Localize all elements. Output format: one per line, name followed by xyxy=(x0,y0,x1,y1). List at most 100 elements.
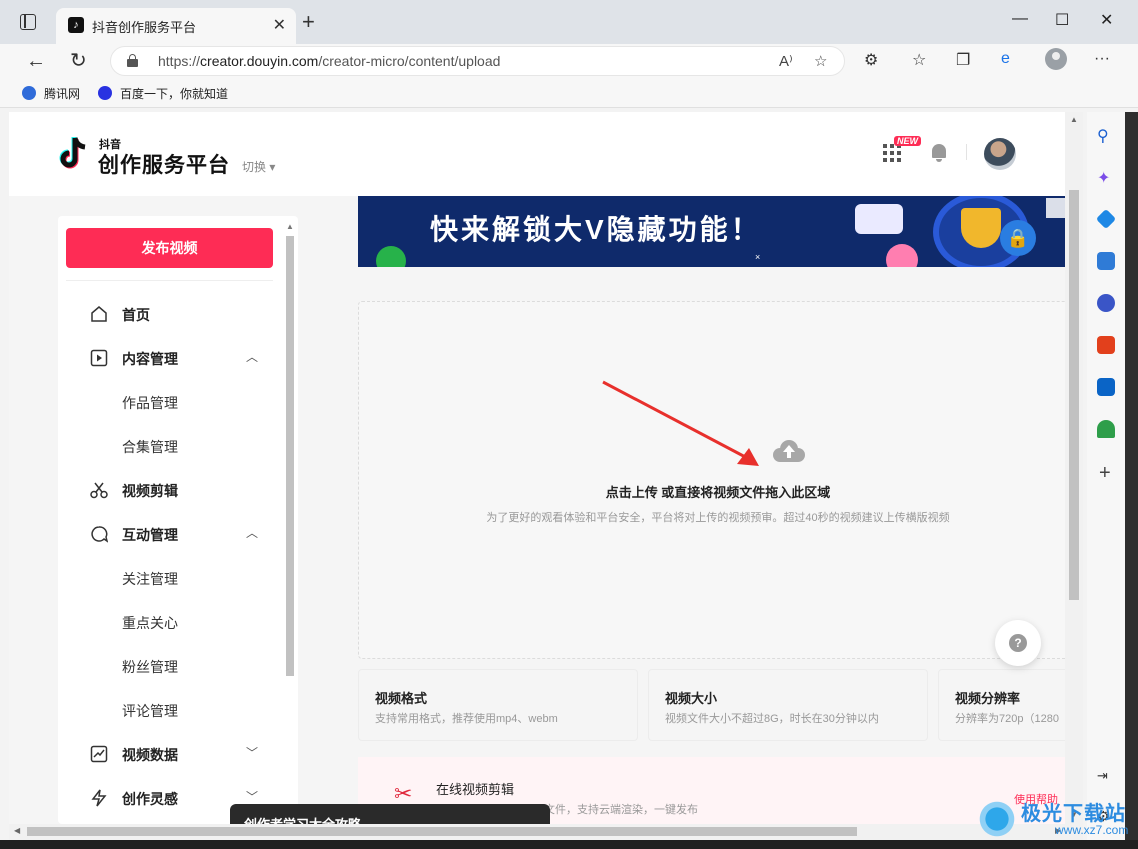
sidebar-item-focus[interactable]: 重点关心 xyxy=(58,600,283,644)
sidebar-item-label: 关注管理 xyxy=(122,571,178,587)
sidebar-item-comments[interactable]: 评论管理 xyxy=(58,688,283,732)
back-icon[interactable]: ← xyxy=(26,49,46,73)
banner-close-icon[interactable]: × xyxy=(755,252,760,262)
sidebar-item-label: 互动管理 xyxy=(122,527,178,543)
avatar[interactable] xyxy=(984,138,1016,170)
add-favorite-icon[interactable]: ☆ xyxy=(814,52,827,70)
watermark-url: www.xz7.com xyxy=(1055,823,1129,837)
lock-icon[interactable] xyxy=(127,54,138,67)
promo-banner[interactable]: 快来解锁大V隐藏功能！ × 🔒 xyxy=(358,196,1066,267)
card-desc: 分辨率为720p（1280 xyxy=(955,713,1059,725)
sidebar-item-label: 作品管理 xyxy=(122,395,178,411)
scroll-left-icon[interactable]: ◀ xyxy=(14,826,20,835)
new-badge: NEW xyxy=(894,136,921,146)
read-aloud-icon[interactable]: A⁾ xyxy=(779,52,793,70)
learning-toast[interactable]: 创作者学习大全攻略 xyxy=(230,804,550,824)
sidebar-item-follow[interactable]: 关注管理 xyxy=(58,556,283,600)
profile-icon[interactable] xyxy=(1045,48,1067,70)
online-edit-desc: 文件，支持云端渲染，一键发布 xyxy=(544,804,698,816)
page-scrollbar[interactable]: ▲ ▼ xyxy=(1065,112,1083,824)
sidebar-item-home[interactable]: 首页 xyxy=(58,292,283,336)
watermark-logo-icon xyxy=(977,799,1017,839)
lock-badge-icon: 🔒 xyxy=(1000,220,1036,256)
sidebar-item-works[interactable]: 作品管理 xyxy=(58,380,283,424)
sidebar-scrollbar[interactable]: ▲ xyxy=(283,222,295,822)
upload-dropzone[interactable]: 点击上传 或直接将视频文件拖入此区域 为了更好的观看体验和平台安全，平台将对上传… xyxy=(358,301,1076,659)
tab-title: 抖音创作服务平台 xyxy=(92,20,197,35)
url-text: https://creator.douyin.com/creator-micro… xyxy=(158,53,501,69)
sidebar-item-label: 评论管理 xyxy=(122,703,178,719)
tools-icon[interactable] xyxy=(1097,252,1115,270)
games-icon[interactable] xyxy=(1097,294,1115,312)
upload-description: 为了更好的观看体验和平台安全，平台将对上传的视频预审。超过40秒的视频建议上传横… xyxy=(486,512,950,524)
outlook-icon[interactable] xyxy=(1097,378,1115,396)
ad-choice-icon[interactable] xyxy=(1046,198,1066,218)
office-icon[interactable] xyxy=(1097,336,1115,354)
apps-grid-icon[interactable] xyxy=(883,144,901,162)
sidebar-divider xyxy=(66,280,273,281)
new-tab-icon[interactable]: + xyxy=(302,10,315,34)
douyin-logo-icon[interactable] xyxy=(59,136,91,172)
card-title: 视频分辨率 xyxy=(955,691,1021,706)
tab-strip: ♪ 抖音创作服务平台 ✕ + — ☐ ✕ xyxy=(0,0,1138,44)
chevron-down-icon[interactable]: ﹀ xyxy=(246,744,258,761)
banner-text: 快来解锁大V隐藏功能！ xyxy=(430,214,762,245)
bookmark-tencent[interactable]: 腾讯网 xyxy=(22,85,80,102)
sidebar-item-label: 视频剪辑 xyxy=(122,483,178,499)
edge-icon[interactable]: e xyxy=(1001,50,1010,68)
chevron-down-icon[interactable]: ﹀ xyxy=(246,788,258,805)
refresh-icon[interactable]: ↻ xyxy=(70,49,87,73)
extensions-icon[interactable]: ⚙ xyxy=(864,50,878,70)
tree-icon[interactable] xyxy=(1097,420,1115,438)
sidebar-item-video-edit[interactable]: 视频剪辑 xyxy=(58,468,283,512)
switch-dropdown[interactable]: 切换 ▾ xyxy=(242,158,275,175)
card-desc: 视频文件大小不超过8G，时长在30分钟以内 xyxy=(665,713,879,725)
sidebar-item-interaction[interactable]: 互动管理 ︿ xyxy=(58,512,283,556)
sidebar-item-collections[interactable]: 合集管理 xyxy=(58,424,283,468)
play-square-icon xyxy=(90,349,108,367)
search-icon[interactable]: ⚲ xyxy=(1097,126,1115,145)
sidebar-collapse-icon[interactable]: ⇥ xyxy=(1097,768,1115,786)
baidu-icon xyxy=(98,86,112,100)
maximize-icon[interactable]: ☐ xyxy=(1055,10,1069,30)
chevron-up-icon[interactable]: ︿ xyxy=(246,524,258,541)
collections-icon[interactable]: ❐ xyxy=(956,50,970,70)
shopping-tag-icon[interactable] xyxy=(1095,208,1117,230)
favorites-icon[interactable]: ☆ xyxy=(912,50,926,70)
site-header: 抖音 创作服务平台 切换 ▾ NEW xyxy=(9,112,1083,196)
sidebar-item-fans[interactable]: 粉丝管理 xyxy=(58,644,283,688)
bookmark-baidu[interactable]: 百度一下，你就知道 xyxy=(98,85,228,102)
cloud-upload-icon[interactable] xyxy=(773,440,805,462)
tab-close-icon[interactable]: ✕ xyxy=(273,15,286,35)
tab-actions-icon[interactable] xyxy=(20,14,36,30)
home-icon xyxy=(91,306,107,322)
address-bar[interactable]: https://creator.douyin.com/creator-micro… xyxy=(110,46,845,76)
douyin-favicon-icon: ♪ xyxy=(68,17,84,33)
publish-video-button[interactable]: 发布视频 xyxy=(66,228,273,268)
minimize-icon[interactable]: — xyxy=(1012,10,1028,28)
help-button[interactable]: ? xyxy=(995,620,1041,666)
bookmarks-bar: 腾讯网 百度一下，你就知道 xyxy=(0,78,1138,108)
chevron-up-icon[interactable]: ︿ xyxy=(246,348,258,365)
sidebar-scroll-thumb[interactable] xyxy=(286,236,294,676)
add-sidebar-icon[interactable]: + xyxy=(1099,463,1111,483)
copilot-icon[interactable]: ✦ xyxy=(1097,168,1115,187)
horizontal-scroll-thumb[interactable] xyxy=(27,827,857,836)
scroll-up-icon[interactable]: ▲ xyxy=(286,222,294,231)
bell-icon[interactable] xyxy=(931,144,947,162)
info-card-format: 视频格式 支持常用格式，推荐使用mp4、webm xyxy=(358,669,638,741)
close-window-icon[interactable]: ✕ xyxy=(1100,10,1113,30)
thumbs-up-icon xyxy=(376,246,406,267)
tab-douyin[interactable]: ♪ 抖音创作服务平台 ✕ xyxy=(56,8,296,44)
scroll-up-icon[interactable]: ▲ xyxy=(1070,115,1078,124)
edge-sidebar: ⚲ ✦ + ⇥ ⚙ xyxy=(1087,112,1125,849)
desktop-background-right xyxy=(1125,112,1138,849)
sidebar-item-content[interactable]: 内容管理 ︿ xyxy=(58,336,283,380)
page-scroll-thumb[interactable] xyxy=(1069,190,1079,600)
more-icon[interactable]: ··· xyxy=(1094,50,1110,68)
sidebar-item-label: 视频数据 xyxy=(122,747,178,763)
horizontal-scrollbar[interactable]: ◀ ▶ xyxy=(9,824,1083,840)
sidebar-item-video-data[interactable]: 视频数据 ﹀ xyxy=(58,732,283,776)
sidebar-item-label: 内容管理 xyxy=(122,351,178,367)
desktop-background-bottom xyxy=(0,840,1138,849)
